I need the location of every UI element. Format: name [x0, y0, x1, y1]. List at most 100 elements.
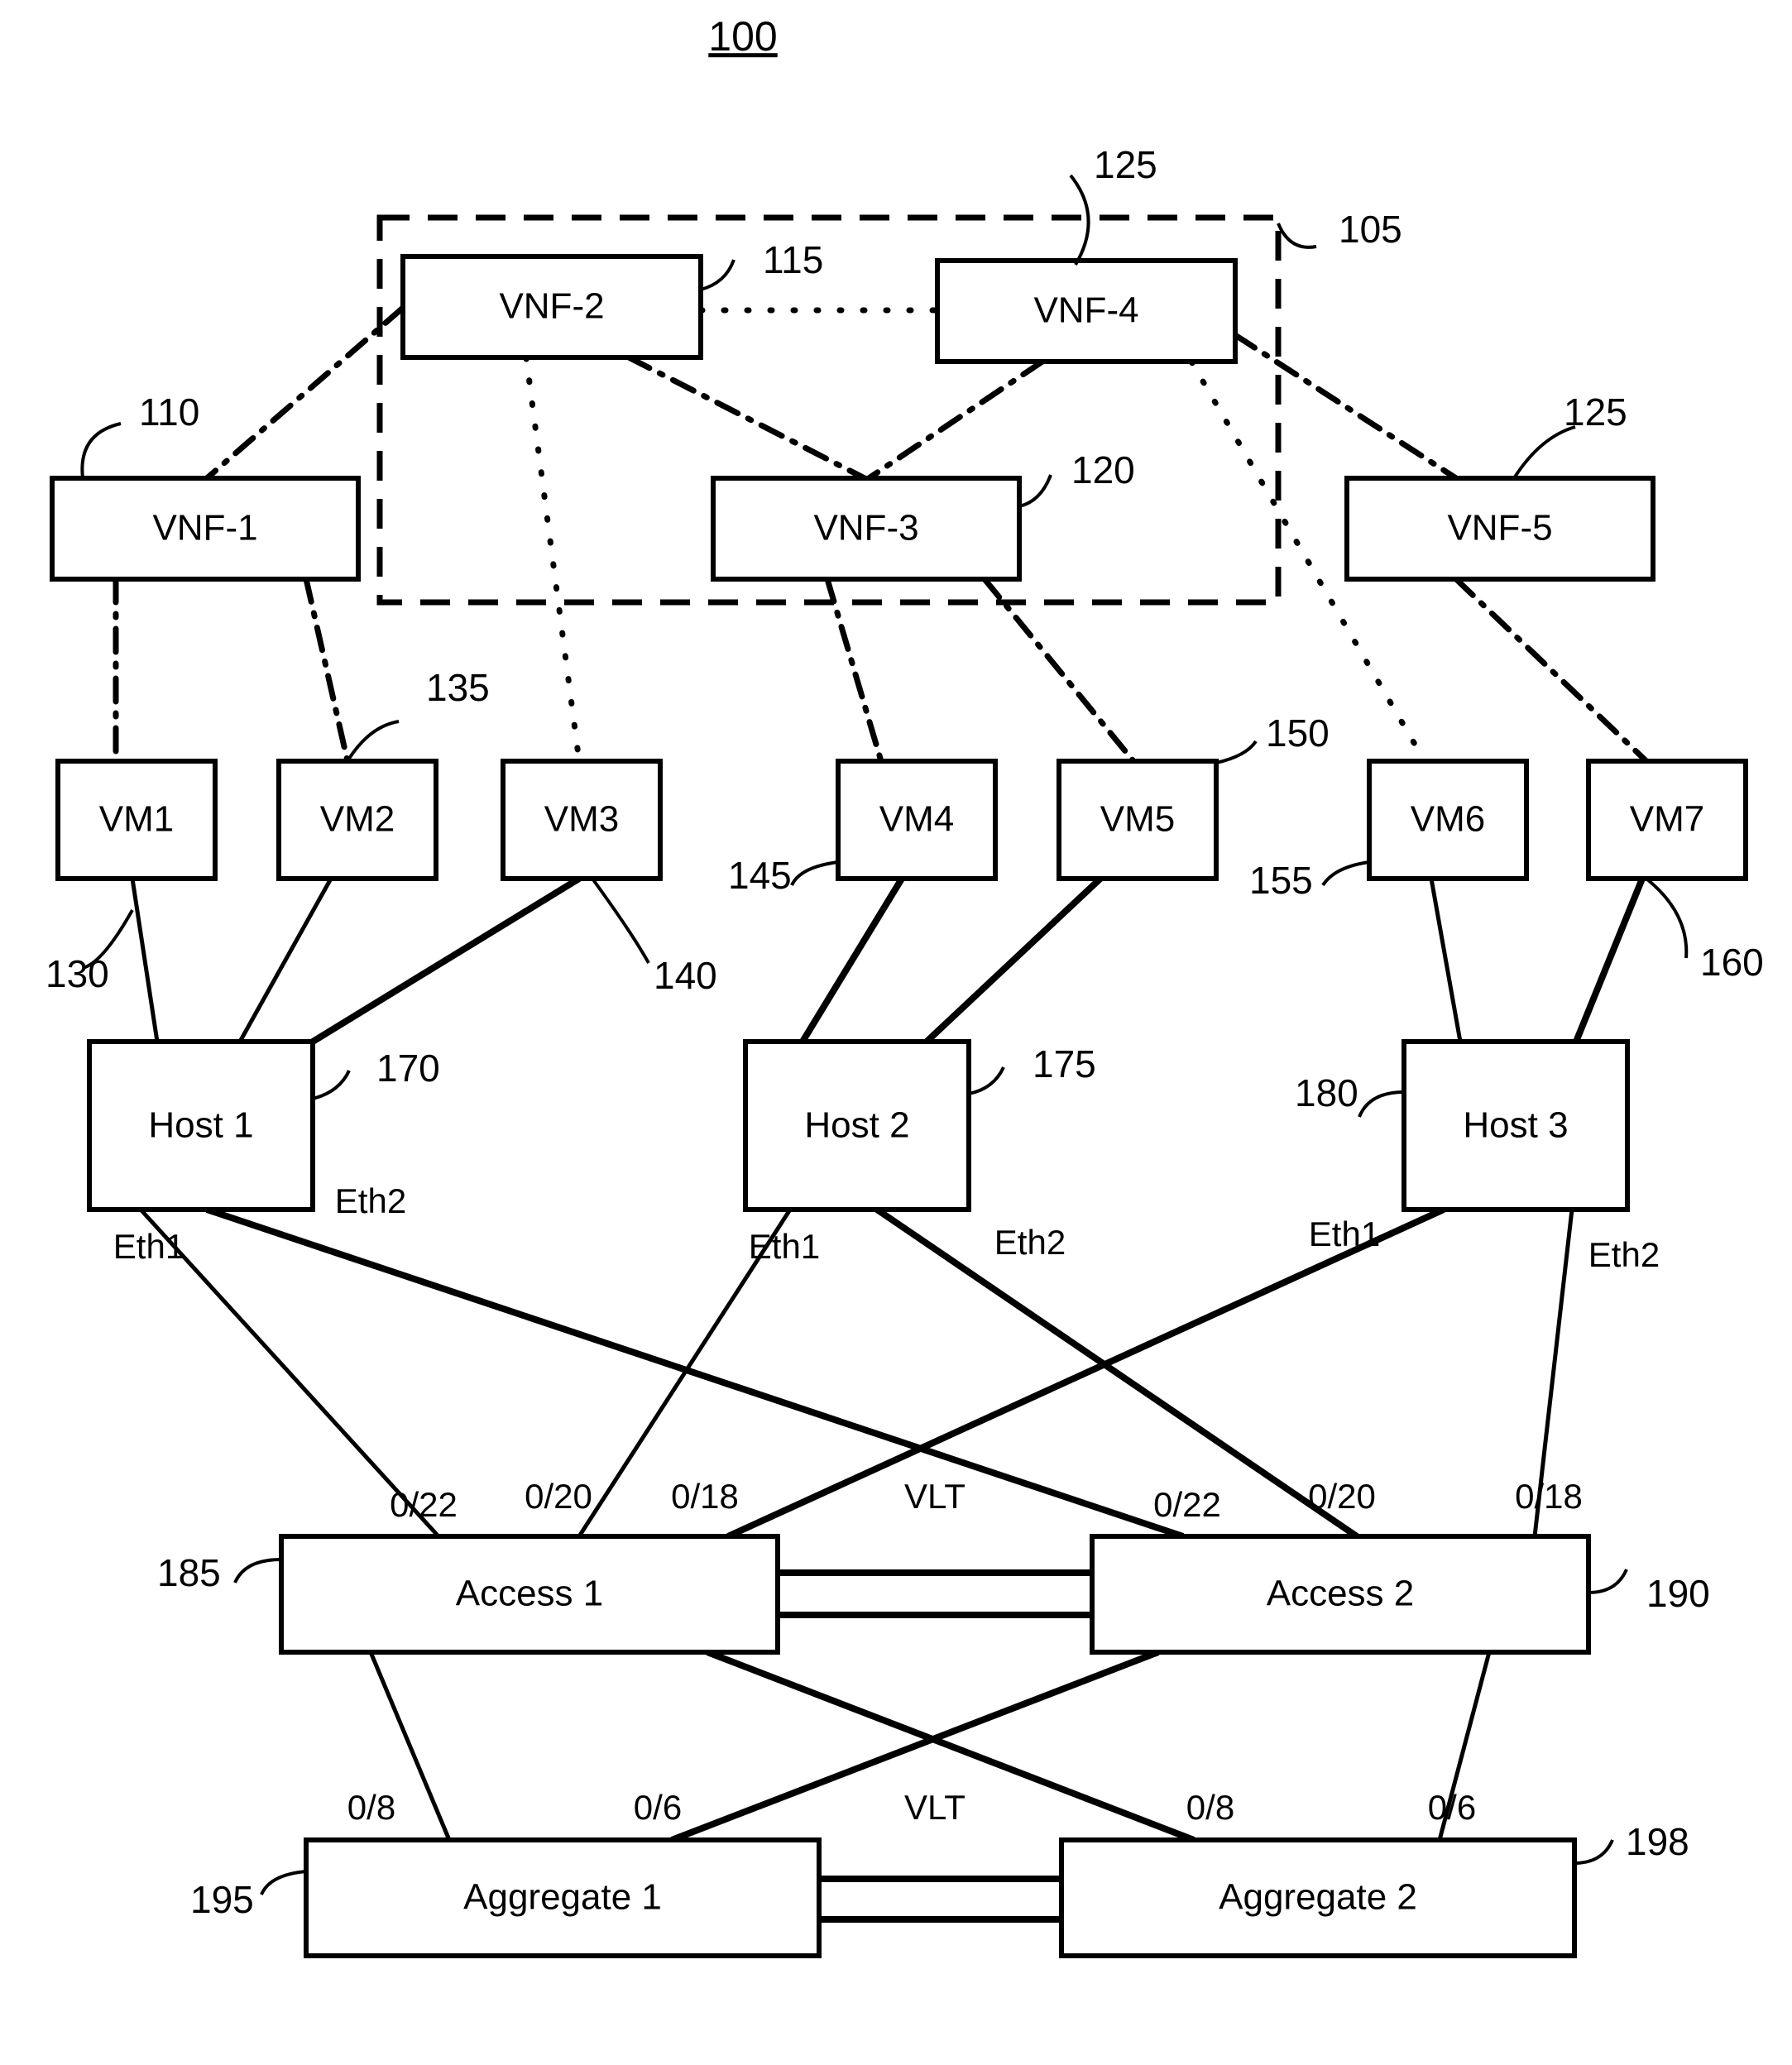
- vm4-label: VM4: [879, 799, 954, 840]
- link-vm4-host2: [799, 876, 905, 1044]
- vm1-label: VM1: [99, 799, 174, 840]
- access1-label: Access 1: [456, 1574, 604, 1614]
- vm-node-vm6[interactable]: VM6: [1367, 759, 1529, 881]
- leader-120: [1018, 474, 1052, 508]
- access-port-labels: 0/22 0/20 0/18 0/22 0/20 0/18: [390, 1477, 1583, 1524]
- vm-node-vm3[interactable]: VM3: [501, 759, 663, 881]
- access2-port-0-22-label: 0/22: [1153, 1485, 1221, 1524]
- access1-port-0-20-label: 0/20: [525, 1477, 592, 1516]
- vm2-label: VM2: [320, 799, 395, 840]
- leader-190: [1588, 1569, 1628, 1594]
- leader-195: [260, 1870, 307, 1895]
- leader-105: [1277, 223, 1317, 249]
- leader-198: [1574, 1839, 1614, 1865]
- access2-port-0-20-label: 0/20: [1308, 1477, 1376, 1516]
- host-node-host3[interactable]: Host 3: [1401, 1039, 1630, 1212]
- ref-185: 185: [157, 1551, 221, 1594]
- host3-eth2-label: Eth2: [1588, 1235, 1660, 1274]
- switch-node-aggregate2[interactable]: Aggregate 2: [1059, 1837, 1577, 1958]
- vnf-node-vnf4[interactable]: VNF-4: [935, 258, 1238, 364]
- leader-175: [968, 1066, 1005, 1095]
- link-vm1-host1: [130, 878, 160, 1042]
- aggregate-vlt-label: VLT: [904, 1788, 965, 1827]
- link-vm5-host2: [924, 876, 1103, 1044]
- link-vnf1-vm2: [303, 576, 351, 764]
- vnf-node-vnf2[interactable]: VNF-2: [400, 254, 703, 360]
- link-vnf2-vnf3: [625, 354, 868, 482]
- vm3-label: VM3: [544, 799, 619, 840]
- vlt-labels: VLT VLT: [904, 1477, 965, 1827]
- ref-160: 160: [1700, 941, 1764, 984]
- link-vnf2-vnf1: [204, 304, 406, 482]
- host3-label: Host 3: [1463, 1105, 1568, 1146]
- leader-135: [346, 720, 400, 763]
- host-node-host2[interactable]: Host 2: [743, 1039, 971, 1212]
- aggregate1-label: Aggregate 1: [463, 1877, 662, 1918]
- ref-140: 140: [654, 954, 717, 997]
- switch-node-aggregate1[interactable]: Aggregate 1: [304, 1837, 822, 1958]
- host1-label: Host 1: [148, 1105, 253, 1146]
- switch-node-access1[interactable]: Access 1: [279, 1534, 780, 1655]
- vm-node-vm1[interactable]: VM1: [55, 759, 218, 881]
- aggregate2-port-0-6-label: 0/6: [1428, 1788, 1476, 1827]
- vnf-node-vnf1[interactable]: VNF-1: [50, 476, 361, 582]
- vnf-node-vnf3[interactable]: VNF-3: [711, 476, 1022, 582]
- link-vnf3-vm5: [981, 576, 1137, 764]
- leader-110: [80, 422, 122, 479]
- ref-115: 115: [763, 238, 823, 281]
- ref-195: 195: [190, 1878, 254, 1921]
- access-vlt-label: VLT: [904, 1477, 965, 1516]
- host1-eth1-label: Eth1: [113, 1227, 184, 1266]
- ref-125-right: 125: [1564, 390, 1627, 434]
- ref-150: 150: [1266, 711, 1330, 755]
- vnf3-label: VNF-3: [813, 508, 918, 549]
- host1-eth2-label: Eth2: [335, 1181, 406, 1220]
- leader-150: [1215, 740, 1258, 764]
- leader-185: [233, 1558, 282, 1583]
- ref-145: 145: [728, 854, 792, 897]
- ref-190: 190: [1646, 1572, 1710, 1615]
- leader-180: [1358, 1090, 1405, 1118]
- leader-140: [591, 877, 650, 964]
- access-vlt-link: [778, 1569, 1092, 1618]
- access1-port-0-22-label: 0/22: [390, 1485, 458, 1524]
- vm-node-vm5[interactable]: VM5: [1057, 759, 1219, 881]
- host3-eth1-label: Eth1: [1309, 1215, 1380, 1253]
- vm-node-vm7[interactable]: VM7: [1586, 759, 1748, 881]
- link-vnf2-vm3-dotted: [523, 354, 582, 764]
- switch-node-access2[interactable]: Access 2: [1090, 1534, 1591, 1655]
- aggregate1-port-0-6-label: 0/6: [634, 1788, 682, 1827]
- link-vnf5-vm7: [1453, 576, 1650, 764]
- aggregate2-label: Aggregate 2: [1219, 1877, 1417, 1918]
- host2-eth1-label: Eth1: [749, 1227, 820, 1266]
- leader-160: [1645, 877, 1689, 959]
- vm-node-vm4[interactable]: VM4: [836, 759, 998, 881]
- ref-125-top: 125: [1094, 143, 1157, 186]
- figure-number: 100: [708, 13, 777, 60]
- vm-host-links: [130, 875, 1646, 1045]
- vnf2-label: VNF-2: [499, 286, 604, 327]
- ref-135: 135: [426, 666, 490, 709]
- network-topology-diagram: VNF-1 VNF-2 VNF-3 VNF-4 VNF-5 VM1 VM2 VM…: [46, 13, 1764, 1958]
- ref-120: 120: [1071, 448, 1135, 491]
- host2-eth2-label: Eth2: [994, 1223, 1066, 1262]
- vm6-label: VM6: [1411, 799, 1485, 840]
- access2-port-0-18-label: 0/18: [1515, 1477, 1583, 1516]
- ref-198: 198: [1626, 1820, 1689, 1863]
- aggregate1-port-0-8-label: 0/8: [347, 1788, 395, 1827]
- vnf-node-vnf5[interactable]: VNF-5: [1344, 476, 1655, 582]
- link-vnf3-vm4: [824, 576, 884, 764]
- vnf4-label: VNF-4: [1033, 290, 1138, 331]
- host-node-host1[interactable]: Host 1: [87, 1039, 315, 1212]
- ref-130: 130: [46, 952, 109, 995]
- leader-155: [1321, 860, 1370, 887]
- host2-label: Host 2: [804, 1105, 909, 1146]
- access1-port-0-18-label: 0/18: [671, 1477, 739, 1516]
- vm-node-vm2[interactable]: VM2: [276, 759, 438, 881]
- leader-115: [700, 259, 735, 291]
- leader-170: [312, 1070, 351, 1100]
- ref-110: 110: [139, 390, 199, 434]
- leader-145: [790, 860, 839, 886]
- vnf5-label: VNF-5: [1447, 508, 1552, 549]
- link-vnf4-vnf5: [1232, 332, 1459, 482]
